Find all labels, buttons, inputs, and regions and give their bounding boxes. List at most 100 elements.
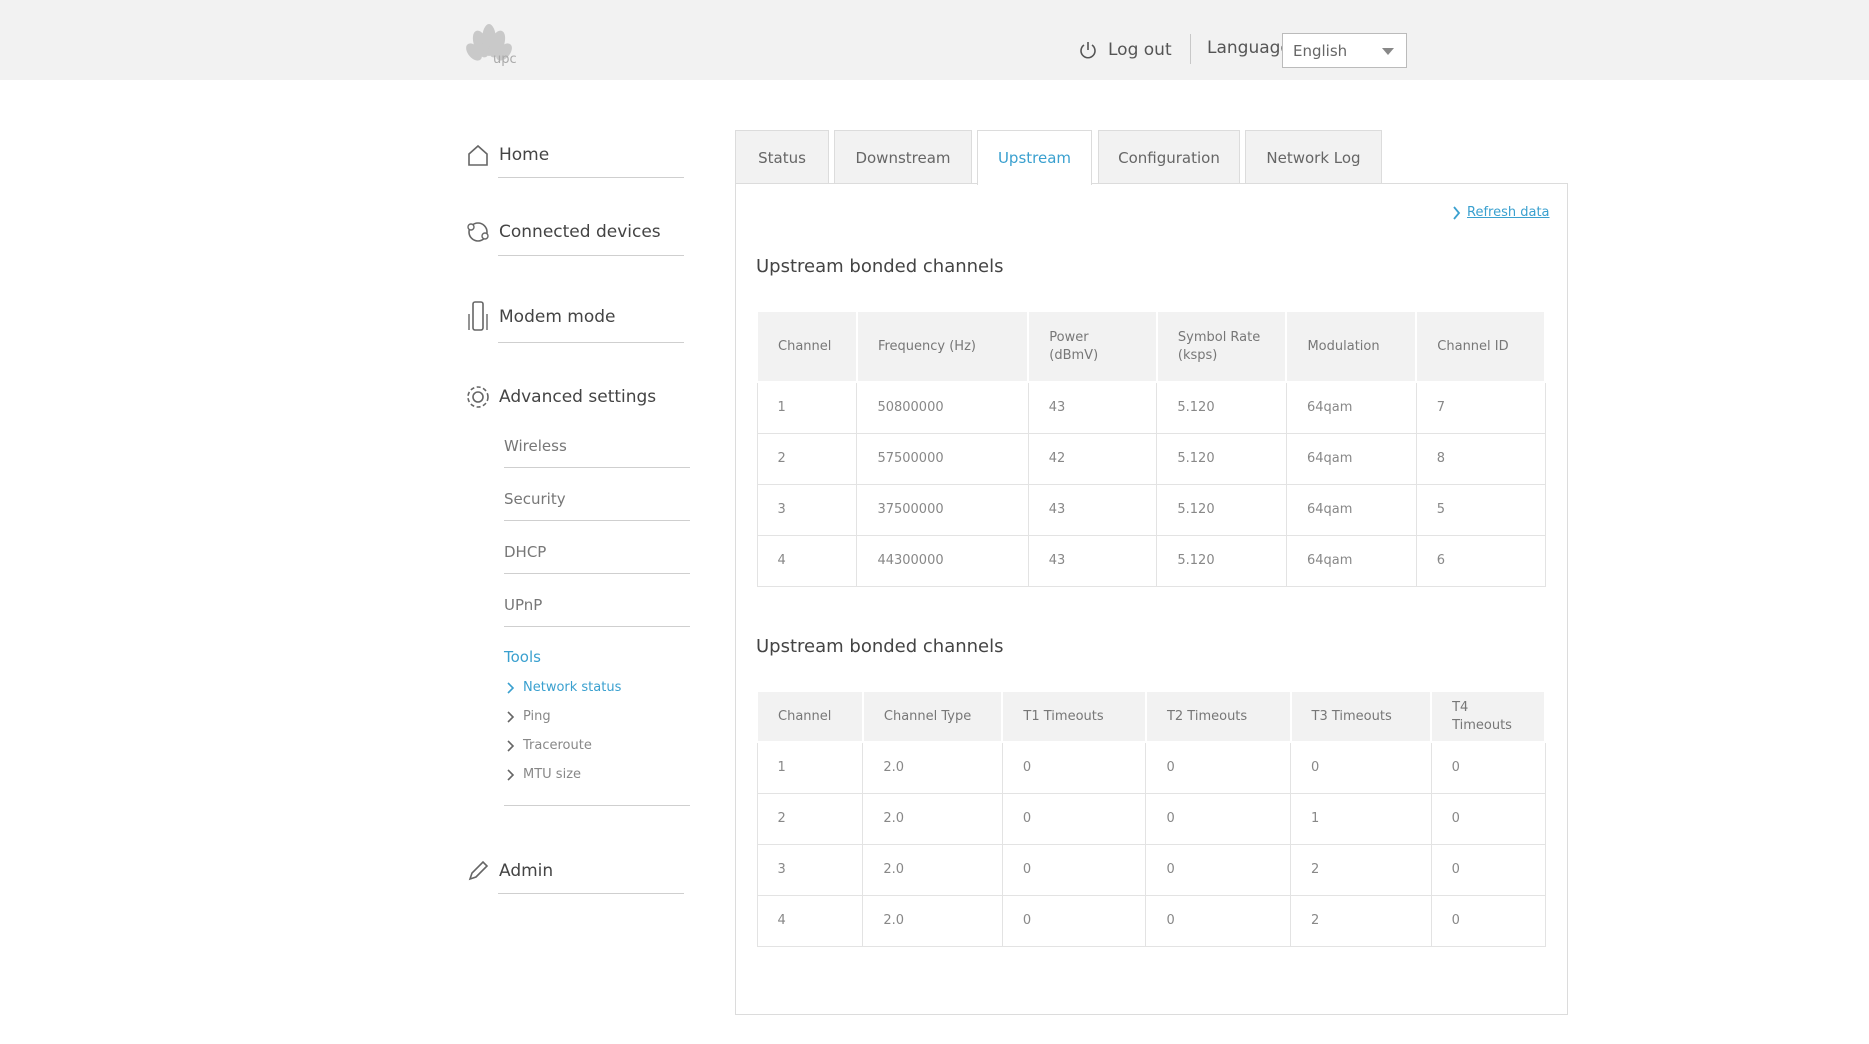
tab-status[interactable]: Status: [735, 130, 829, 184]
sidebar-item-connected-devices[interactable]: Connected devices: [463, 212, 661, 252]
table-row: 3 37500000 43 5.120 64qam 5: [756, 483, 1546, 536]
section-title: Upstream bonded channels: [756, 636, 1004, 657]
home-icon: [463, 140, 493, 170]
divider: [498, 177, 684, 178]
table-cell: 5.120: [1156, 534, 1287, 587]
refresh-label: Refresh data: [1467, 205, 1550, 220]
table-cell: 5: [1415, 483, 1546, 536]
upstream-channels-table: Channel Frequency (Hz) Power (dBmV) Symb…: [756, 310, 1546, 587]
tab-configuration[interactable]: Configuration: [1098, 130, 1240, 184]
table-row: 4 44300000 43 5.120 64qam 6: [756, 534, 1546, 587]
tool-item-mtu-size[interactable]: MTU size: [506, 767, 581, 782]
section-title: Upstream bonded channels: [756, 256, 1004, 277]
tab-network-log[interactable]: Network Log: [1245, 130, 1382, 184]
table-cell: 64qam: [1285, 483, 1417, 536]
table-cell: 3: [756, 483, 858, 536]
tab-downstream[interactable]: Downstream: [834, 130, 972, 184]
divider: [498, 342, 684, 343]
table-row: 2 2.0 0 0 1 0: [756, 792, 1546, 845]
table-cell: 44300000: [856, 534, 1029, 587]
table-cell: 0: [1430, 792, 1546, 845]
tab-upstream[interactable]: Upstream: [977, 130, 1092, 185]
column-header: Channel ID: [1415, 310, 1546, 383]
modem-icon: [463, 301, 493, 332]
column-header: Channel Type: [861, 690, 1004, 743]
sidebar-item-label: Home: [499, 145, 550, 165]
tool-item-label: Network status: [523, 680, 622, 695]
chevron-right-icon: [507, 681, 515, 694]
divider: [504, 573, 690, 574]
table-cell: 0: [1001, 741, 1147, 794]
tool-item-ping[interactable]: Ping: [506, 709, 551, 724]
sidebar-item-tools[interactable]: Tools: [504, 648, 541, 666]
table-cell: 43: [1027, 534, 1158, 587]
refresh-data-link[interactable]: Refresh data: [1452, 205, 1550, 220]
table-cell: 57500000: [856, 432, 1029, 485]
table-cell: 7: [1415, 381, 1546, 434]
divider: [498, 255, 684, 256]
table-cell: 2.0: [862, 843, 1003, 896]
column-header: Channel: [756, 310, 858, 383]
table-cell: 3: [756, 843, 864, 896]
column-header: Frequency (Hz): [855, 310, 1030, 383]
sidebar-item-admin[interactable]: Admin: [463, 851, 553, 891]
chevron-down-icon: [1382, 48, 1394, 55]
table-cell: 0: [1145, 894, 1291, 947]
language-select[interactable]: English: [1282, 33, 1407, 68]
table-cell: 0: [1290, 741, 1432, 794]
table-cell: 4: [756, 894, 864, 947]
table-cell: 2: [1290, 894, 1432, 947]
column-header: T1 Timeouts: [1001, 690, 1147, 743]
table-cell: 0: [1001, 894, 1147, 947]
power-icon: [1080, 42, 1096, 59]
sidebar-item-upnp[interactable]: UPnP: [504, 596, 542, 614]
table-cell: 1: [1290, 792, 1432, 845]
column-header: Symbol Rate (ksps): [1155, 310, 1288, 383]
table-cell: 0: [1001, 843, 1147, 896]
sidebar-item-wireless[interactable]: Wireless: [504, 437, 567, 455]
table-cell: 5.120: [1156, 483, 1287, 536]
table-row: 3 2.0 0 0 2 0: [756, 843, 1546, 896]
table-row: 4 2.0 0 0 2 0: [756, 894, 1546, 947]
chevron-right-icon: [507, 768, 515, 781]
table-cell: 0: [1145, 843, 1291, 896]
column-header: T2 Timeouts: [1144, 690, 1292, 743]
column-header: Modulation: [1285, 310, 1418, 383]
language-value: English: [1293, 42, 1348, 60]
sidebar-item-dhcp[interactable]: DHCP: [504, 543, 546, 561]
table-cell: 5.120: [1156, 432, 1287, 485]
tool-item-label: MTU size: [523, 767, 582, 782]
table-cell: 2: [1290, 843, 1432, 896]
divider: [504, 626, 690, 627]
logout-button[interactable]: Log out: [1078, 38, 1172, 62]
sidebar-item-advanced-settings[interactable]: Advanced settings: [463, 377, 656, 417]
table-cell: 43: [1027, 381, 1158, 434]
table-row: 2 57500000 42 5.120 64qam 8: [756, 432, 1546, 485]
table-row: 1 50800000 43 5.120 64qam 7: [756, 381, 1546, 434]
logo-text: upc: [493, 52, 517, 67]
table-cell: 0: [1430, 843, 1546, 896]
column-header: Channel: [756, 690, 864, 743]
divider: [498, 893, 684, 894]
table-cell: 5.120: [1156, 381, 1287, 434]
table-cell: 0: [1430, 741, 1546, 794]
table-cell: 37500000: [856, 483, 1029, 536]
table-cell: 8: [1415, 432, 1546, 485]
table-cell: 2.0: [862, 741, 1003, 794]
column-header: T4 Timeouts: [1430, 690, 1546, 743]
header-divider: [1190, 34, 1191, 64]
table-cell: 2: [756, 792, 864, 845]
tool-item-network-status[interactable]: Network status: [506, 680, 621, 695]
chevron-right-icon: [507, 739, 515, 752]
logout-label: Log out: [1108, 40, 1172, 60]
table-cell: 2.0: [862, 894, 1003, 947]
sidebar-item-home[interactable]: Home: [463, 135, 549, 175]
tool-item-traceroute[interactable]: Traceroute: [506, 738, 592, 753]
table-cell: 1: [756, 741, 864, 794]
sidebar-item-label: Connected devices: [499, 222, 661, 242]
gear-icon: [463, 382, 493, 412]
sidebar-item-security[interactable]: Security: [504, 490, 566, 508]
table-cell: 0: [1145, 792, 1291, 845]
sidebar-item-modem-mode[interactable]: Modem mode: [463, 297, 616, 337]
table-cell: 0: [1145, 741, 1291, 794]
